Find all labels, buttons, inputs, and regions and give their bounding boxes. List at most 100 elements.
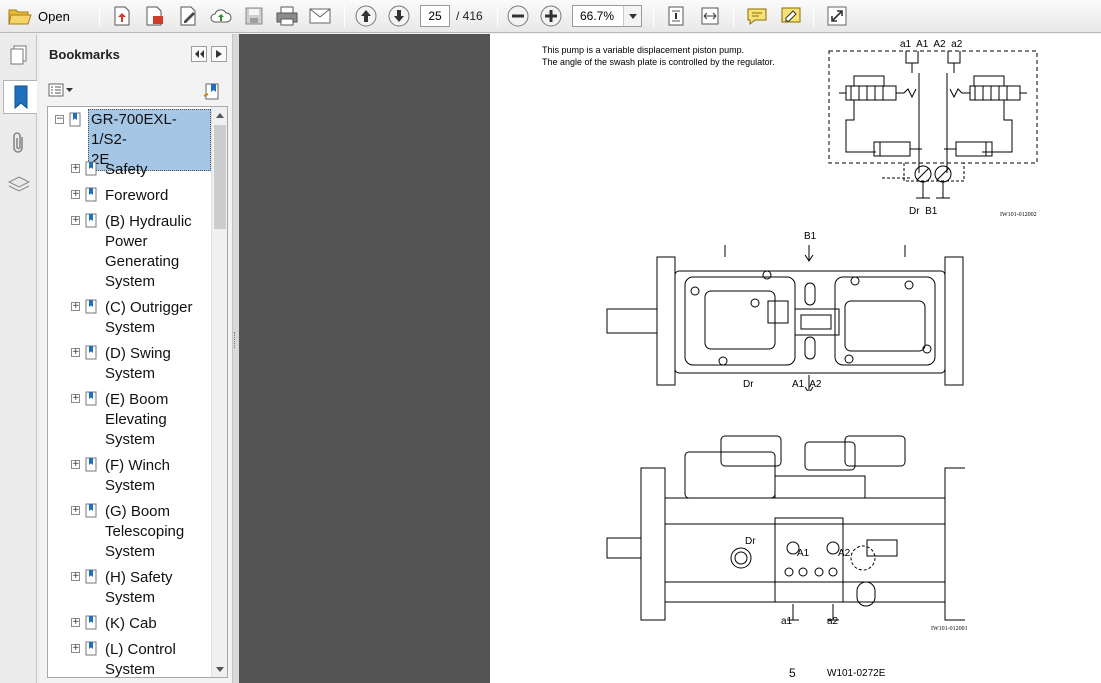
page-total: / 416 xyxy=(456,9,483,23)
bookmark-label: (H) Safety System xyxy=(105,568,173,608)
expand-panel-button[interactable] xyxy=(211,46,227,62)
fit-page-button[interactable] xyxy=(664,4,688,28)
zoom-select[interactable]: 66.7% xyxy=(572,5,642,27)
bookmark-ribbon-icon xyxy=(14,85,27,110)
highlight-icon xyxy=(781,7,801,23)
side-view-label-a1-lower: a1 xyxy=(781,616,793,627)
zoom-out-icon xyxy=(507,5,529,27)
previous-page-button[interactable] xyxy=(354,4,378,28)
bookmark-icon xyxy=(85,187,97,202)
bookmark-icon xyxy=(85,615,97,630)
side-view-label-dr: Dr xyxy=(745,536,756,547)
save-button[interactable] xyxy=(243,4,265,28)
bookmark-label: (F) Winch System xyxy=(105,456,170,496)
chevron-down-icon[interactable] xyxy=(623,6,641,26)
bookmark-label-line: Generating xyxy=(105,253,180,270)
expand-icon[interactable]: + xyxy=(71,644,80,653)
scrollbar-thumb[interactable] xyxy=(214,125,226,229)
page-number-input[interactable] xyxy=(420,5,450,27)
print-icon xyxy=(276,6,298,26)
bookmarks-tab-button[interactable] xyxy=(3,80,37,114)
bookmark-label-line: System xyxy=(105,319,156,336)
bookmark-icon xyxy=(85,391,97,406)
bookmark-options-button[interactable] xyxy=(48,81,76,99)
layers-icon xyxy=(7,176,30,192)
expand-icon[interactable]: + xyxy=(71,506,80,515)
bookmark-label-line: Power xyxy=(105,233,148,250)
bookmark-label-line: (H) Safety xyxy=(105,569,173,586)
create-pdf-icon xyxy=(114,6,130,26)
collapse-icon[interactable]: − xyxy=(55,115,64,124)
email-button[interactable] xyxy=(307,4,333,28)
bookmark-label: (C) Outrigger System xyxy=(105,298,193,338)
bookmark-label-line: (K) Cab xyxy=(105,615,157,632)
comment-button[interactable] xyxy=(744,4,770,28)
page-thumbnails-button[interactable] xyxy=(3,38,34,72)
zoom-out-button[interactable] xyxy=(506,4,530,28)
expand-icon[interactable]: + xyxy=(71,216,80,225)
bookmark-label-line: (C) Outrigger xyxy=(105,299,193,316)
bookmark-label-line: GR-700EXL-1/S2- xyxy=(91,111,177,148)
bookmark-label: (L) Control System xyxy=(105,640,176,677)
options-list-icon xyxy=(48,83,73,97)
create-pdf-button[interactable] xyxy=(110,4,134,28)
upload-cloud-button[interactable] xyxy=(208,4,234,28)
expand-icon[interactable]: + xyxy=(71,572,80,581)
open-button[interactable]: Open xyxy=(8,4,70,28)
fit-width-button[interactable] xyxy=(697,4,723,28)
bookmark-label-line: (F) Winch xyxy=(105,457,170,474)
highlight-button[interactable] xyxy=(778,4,804,28)
bookmark-label-line: (L) Control xyxy=(105,641,176,658)
toolbar: Open / 416 66.7% xyxy=(0,0,1101,33)
bookmark-label-line: System xyxy=(105,431,156,448)
expand-icon[interactable]: + xyxy=(71,302,80,311)
scroll-up-arrow-icon[interactable] xyxy=(212,107,227,123)
hydraulic-schematic xyxy=(828,50,1038,199)
attachments-button[interactable] xyxy=(3,126,34,160)
new-bookmark-button[interactable] xyxy=(202,81,222,101)
pump-side-view-drawing xyxy=(606,435,965,621)
sign-button[interactable] xyxy=(176,4,200,28)
bookmark-label-line: Foreword xyxy=(105,187,169,204)
top-view-label-dr: Dr xyxy=(743,379,754,390)
layers-button[interactable] xyxy=(3,168,34,202)
tree-scrollbar[interactable] xyxy=(211,107,227,677)
expand-icon[interactable]: + xyxy=(71,190,80,199)
schematic-ports-bottom: Dr B1 xyxy=(909,206,938,217)
bookmark-label-line: Telescoping xyxy=(105,523,185,540)
bookmark-label-line: System xyxy=(105,543,156,560)
schematic-code: IW101-012002 xyxy=(1000,212,1037,218)
expand-icon[interactable]: + xyxy=(71,164,80,173)
bookmark-label-line: (E) Boom xyxy=(105,391,169,408)
print-button[interactable] xyxy=(274,4,300,28)
bookmark-label-line: (D) Swing xyxy=(105,345,171,362)
expand-icon[interactable]: + xyxy=(71,394,80,403)
side-view-label-a2-lower: a2 xyxy=(827,616,839,627)
bookmark-label: (D) Swing System xyxy=(105,344,171,384)
page-number: 5 xyxy=(789,666,796,680)
fullscreen-button[interactable] xyxy=(824,4,850,28)
bookmark-label-line: Safety xyxy=(105,161,148,178)
bookmark-label: (G) Boom Telescoping System xyxy=(105,502,184,562)
export-pdf-icon xyxy=(146,6,163,26)
bookmark-label-line: (G) Boom xyxy=(105,503,171,520)
previous-page-icon xyxy=(355,5,377,27)
scroll-down-arrow-icon[interactable] xyxy=(212,661,227,677)
expand-icon[interactable]: + xyxy=(71,460,80,469)
pdf-page: This pump is a variable displacement pis… xyxy=(490,34,1101,683)
document-viewport[interactable]: This pump is a variable displacement pis… xyxy=(239,34,1101,683)
expand-icon[interactable]: + xyxy=(71,348,80,357)
bookmarks-panel: Bookmarks − GR-700EXL-1/S2- 2E + Safety + Fore… xyxy=(40,34,233,683)
next-page-button[interactable] xyxy=(387,4,411,28)
open-label: Open xyxy=(38,8,70,24)
bookmark-icon xyxy=(85,161,97,176)
export-pdf-button[interactable] xyxy=(142,4,166,28)
paperclip-icon xyxy=(12,132,23,153)
new-bookmark-icon xyxy=(203,83,219,100)
zoom-in-button[interactable] xyxy=(539,4,563,28)
expand-icon[interactable]: + xyxy=(71,618,80,627)
side-view-label-a2: A2 xyxy=(838,548,851,559)
bookmark-label: Safety xyxy=(105,160,148,180)
pages-icon xyxy=(10,45,26,65)
collapse-panel-button[interactable] xyxy=(191,46,207,62)
